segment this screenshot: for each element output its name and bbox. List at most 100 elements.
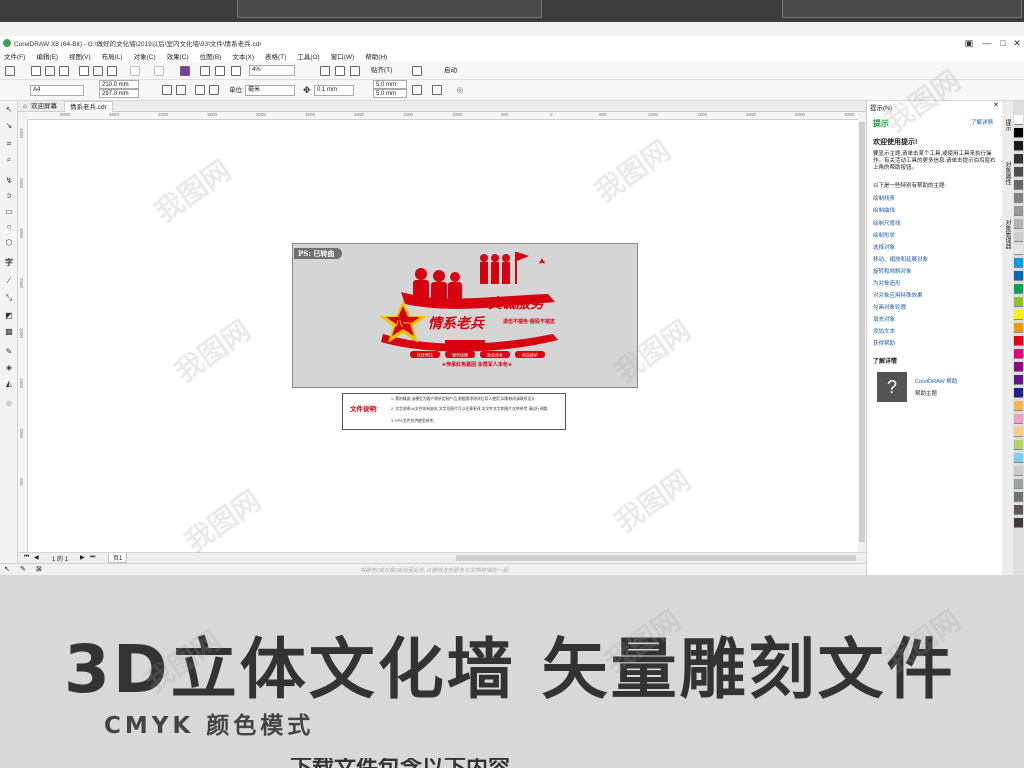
menu-layout[interactable]: 布局(L) (102, 51, 123, 61)
topic-link[interactable]: 绘制尺度线 (873, 219, 901, 227)
color-swatch[interactable] (1014, 193, 1023, 203)
add-preset-icon[interactable]: ⊕ (456, 85, 464, 96)
page-height-field[interactable]: 297.0 mm (99, 89, 139, 98)
color-swatch[interactable] (1014, 336, 1023, 346)
copy-icon[interactable] (93, 66, 103, 76)
units-select[interactable]: 毫米 (245, 85, 295, 96)
color-swatch[interactable] (1014, 492, 1023, 502)
add-tool-icon[interactable]: ⊕ (4, 399, 14, 409)
topic-link[interactable]: 绘制曲线 (873, 206, 895, 214)
show-rulers-icon[interactable] (335, 66, 345, 76)
previous-page-icon[interactable]: ◀ (34, 554, 39, 561)
color-swatch[interactable] (1014, 505, 1023, 515)
drop-shadow-icon[interactable]: ◩ (4, 311, 14, 321)
smart-fill-icon[interactable]: ◭ (4, 379, 14, 389)
new-document-icon[interactable] (5, 66, 15, 76)
color-swatch[interactable] (1014, 128, 1023, 138)
menu-table[interactable]: 表格(T) (265, 51, 286, 61)
color-swatch[interactable] (1014, 232, 1023, 242)
color-swatch[interactable] (1014, 154, 1023, 164)
save-icon[interactable] (45, 66, 55, 76)
ruler-origin[interactable] (18, 112, 28, 120)
landscape-icon[interactable] (176, 85, 186, 95)
color-swatch[interactable] (1014, 245, 1023, 255)
artistic-media-icon[interactable]: ↄ (4, 191, 14, 201)
page-width-field[interactable]: 210.0 mm (99, 80, 139, 89)
show-grid-icon[interactable] (350, 66, 360, 76)
menu-object[interactable]: 对象(C) (134, 51, 156, 61)
all-pages-icon[interactable] (195, 85, 205, 95)
first-page-icon[interactable]: ⏮ (24, 554, 29, 561)
scroll-thumb[interactable] (859, 122, 865, 542)
help-question-icon[interactable]: ? (877, 372, 907, 402)
docker-close-icon[interactable]: ✕ (993, 101, 999, 109)
tab-welcome[interactable]: 欢迎屏幕 (26, 101, 62, 112)
color-swatch[interactable] (1014, 349, 1023, 359)
current-page-icon[interactable] (209, 85, 219, 95)
menu-window[interactable]: 窗口(W) (331, 51, 354, 61)
text-tool-icon[interactable]: 字 (4, 258, 14, 268)
pen-icon[interactable]: ✎ (20, 565, 26, 573)
menu-file[interactable]: 文件(F) (4, 51, 25, 61)
close-button[interactable]: ✕ (1010, 37, 1024, 49)
color-swatch[interactable] (1014, 258, 1023, 268)
nudge-distance-field[interactable]: 0.1 mm (314, 85, 354, 96)
topic-link[interactable]: 添加文本 (873, 327, 895, 335)
cut-icon[interactable] (79, 66, 89, 76)
menu-bitmaps[interactable]: 位图(B) (200, 51, 222, 61)
color-swatch[interactable] (1014, 180, 1023, 190)
paste-icon[interactable] (107, 66, 117, 76)
no-fill-icon[interactable]: ⊠ (36, 565, 42, 573)
color-swatch[interactable] (1014, 440, 1023, 450)
color-swatch[interactable] (1014, 310, 1023, 320)
topic-link[interactable]: 填充对象 (873, 315, 895, 323)
publish-pdf-icon[interactable] (231, 66, 241, 76)
help-link[interactable]: CorelDRAW 帮助 (915, 377, 957, 385)
import-icon[interactable] (200, 66, 210, 76)
duplicate-y-field[interactable]: 5.0 mm (373, 89, 407, 98)
tab-document[interactable]: 情系老兵.cdr (64, 101, 113, 112)
menu-tools[interactable]: 工具(O) (297, 51, 319, 61)
menu-view[interactable]: 视图(V) (69, 51, 91, 61)
portrait-icon[interactable] (162, 85, 172, 95)
ellipse-tool-icon[interactable]: ○ (4, 222, 14, 232)
topic-link[interactable]: 绘制线条 (873, 194, 895, 202)
topic-link[interactable]: 选择对象 (873, 243, 895, 251)
last-page-icon[interactable]: ⏭ (90, 554, 95, 561)
vertical-ruler[interactable]: 4000 3500 3000 2500 2000 1500 1000 500 (18, 120, 28, 552)
color-swatch[interactable] (1014, 388, 1023, 398)
side-tab-object-properties[interactable]: 对象属性 (1003, 161, 1012, 185)
export-icon[interactable] (215, 66, 225, 76)
horizontal-scrollbar[interactable] (456, 555, 856, 561)
crop-tool-icon[interactable]: ⌗ (4, 139, 14, 149)
maximize-button[interactable]: □ (996, 37, 1010, 49)
shape-tool-icon[interactable]: ↘ (4, 121, 14, 131)
options-gear-icon[interactable] (412, 66, 422, 76)
side-tab-hints[interactable]: 提示 (1003, 119, 1012, 131)
tab-page-1[interactable]: 页1 (108, 553, 128, 563)
side-tab-object-manager[interactable]: 对象管理器 (1003, 219, 1012, 249)
print-icon[interactable] (59, 66, 69, 76)
color-swatch[interactable] (1014, 323, 1023, 333)
pick-tool-icon[interactable]: ↖ (4, 105, 14, 115)
color-swatch[interactable] (1014, 206, 1023, 216)
undo-icon[interactable] (130, 66, 140, 76)
color-swatch[interactable] (1014, 271, 1023, 281)
learn-more-link[interactable]: 了解详情 (971, 118, 993, 126)
color-swatch[interactable] (1014, 375, 1023, 385)
redo-icon[interactable] (154, 66, 164, 76)
minimize-button[interactable]: — (980, 37, 994, 49)
color-swatch[interactable] (1014, 219, 1023, 229)
restore-icon[interactable]: ▣ (962, 37, 976, 49)
treat-as-filled-icon[interactable] (412, 85, 422, 95)
menu-text[interactable]: 文本(X) (232, 51, 254, 61)
polygon-tool-icon[interactable]: ⬡ (4, 238, 14, 248)
topic-link[interactable]: 为对象造形 (873, 279, 901, 287)
color-swatch[interactable] (1014, 284, 1023, 294)
connector-tool-icon[interactable]: ⤡ (4, 293, 14, 303)
open-icon[interactable] (31, 66, 41, 76)
full-screen-icon[interactable] (320, 66, 330, 76)
topic-link[interactable]: 移动、缩放和延展对象 (873, 255, 928, 263)
color-swatch[interactable] (1014, 466, 1023, 476)
color-swatch[interactable] (1014, 297, 1023, 307)
